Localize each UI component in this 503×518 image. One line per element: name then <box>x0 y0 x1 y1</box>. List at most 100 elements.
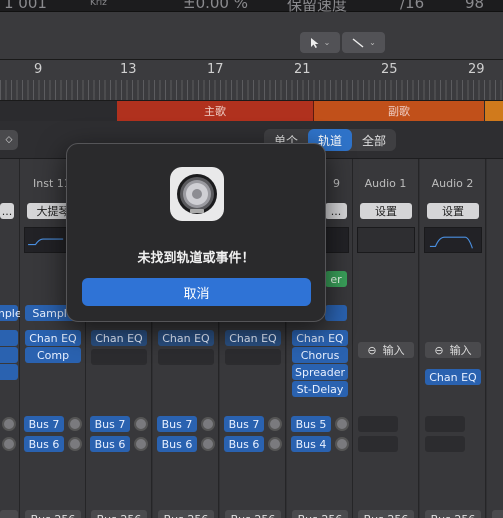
strip-name: Audio 1 <box>364 177 407 190</box>
app-window: 1 001 Kriz ±0.00 % 保留速度 /16 98 ⌄ ⌄ 9 13 … <box>0 0 503 518</box>
lcd-display: 1 001 Kriz ±0.00 % 保留速度 /16 98 <box>0 0 503 14</box>
lcd-signature: /16 <box>400 0 425 12</box>
plugin-slot[interactable] <box>0 364 18 380</box>
empty-send-slot[interactable] <box>425 436 465 452</box>
input-label: 输入 <box>449 344 472 357</box>
alert-dialog: 未找到轨道或事件！ 取消 <box>66 143 326 322</box>
channel-strip: Audio 2 设置 ⊖ 输入 Chan EQ Bus 256 <box>420 159 486 518</box>
empty-slot[interactable] <box>158 349 214 365</box>
plugin-slot[interactable] <box>0 347 18 363</box>
output-button[interactable] <box>492 510 503 518</box>
send-slot[interactable]: Bus 7 <box>224 416 264 432</box>
logic-pro-icon <box>170 167 224 221</box>
plugin-slot[interactable]: Chan EQ <box>91 330 147 346</box>
send-slot[interactable]: Bus 7 <box>90 416 130 432</box>
output-button[interactable] <box>0 510 18 518</box>
eq-thumbnail[interactable] <box>325 227 349 253</box>
toolbar: ⌄ ⌄ <box>0 12 503 60</box>
output-button[interactable]: Bus 256 <box>225 510 281 518</box>
bar-number: 29 <box>468 62 485 77</box>
tab-all[interactable]: 全部 <box>352 129 396 151</box>
setting-button[interactable]: ... <box>325 203 347 219</box>
output-button[interactable]: Bus 256 <box>91 510 147 518</box>
output-button[interactable]: Bus 256 <box>292 510 348 518</box>
eq-thumbnail[interactable] <box>357 227 415 253</box>
send-slot[interactable]: Bus 7 <box>157 416 197 432</box>
send-knob[interactable] <box>201 417 215 431</box>
bar-number: 9 <box>34 62 43 77</box>
send-knob[interactable] <box>134 417 148 431</box>
ruler-ticks <box>0 80 503 100</box>
send-knob[interactable] <box>268 437 282 451</box>
empty-slot[interactable] <box>91 349 147 365</box>
arrangement-marker-next[interactable] <box>485 101 503 121</box>
output-button[interactable]: Bus 256 <box>158 510 214 518</box>
chevron-down-icon: ⌄ <box>369 38 376 47</box>
send-slot[interactable]: Bus 6 <box>24 436 64 452</box>
arrangement-marker-verse[interactable]: 主歌 <box>117 101 314 121</box>
send-knob[interactable] <box>2 417 16 431</box>
output-button[interactable]: Bus 256 <box>425 510 481 518</box>
setting-button[interactable]: 设置 <box>427 203 479 219</box>
output-button[interactable]: Bus 256 <box>25 510 81 518</box>
send-knob[interactable] <box>335 437 349 451</box>
lcd-small-label: Kriz <box>90 0 107 8</box>
lcd-number: 98 <box>465 0 485 12</box>
instrument-slot[interactable]: er <box>325 271 347 287</box>
line-tool-icon <box>352 37 364 48</box>
plugin-slot[interactable]: Chan EQ <box>225 330 281 346</box>
empty-send-slot[interactable] <box>358 416 398 432</box>
send-slot[interactable]: Bus 6 <box>157 436 197 452</box>
bar-number: 21 <box>294 62 311 77</box>
bar-number: 25 <box>381 62 398 77</box>
pointer-icon <box>310 37 319 48</box>
empty-slot[interactable] <box>225 349 281 365</box>
send-knob[interactable] <box>134 437 148 451</box>
plugin-slot[interactable]: Chan EQ <box>292 330 348 346</box>
cancel-button[interactable]: 取消 <box>82 278 311 306</box>
send-slot[interactable]: Bus 7 <box>24 416 64 432</box>
strip-name: Audio 2 <box>431 177 474 190</box>
plugin-slot[interactable]: Comp <box>25 347 81 363</box>
eq-thumbnail[interactable] <box>424 227 482 253</box>
setting-button[interactable]: 设置 <box>360 203 412 219</box>
send-slot[interactable]: Bus 5 <box>291 416 331 432</box>
send-knob[interactable] <box>268 417 282 431</box>
plugin-slot[interactable]: Chan EQ <box>425 369 481 385</box>
instrument-slot[interactable]: Sample <box>0 305 22 321</box>
pointer-tool-menu[interactable]: ⌄ <box>300 32 340 53</box>
plugin-slot[interactable] <box>0 330 18 346</box>
send-knob[interactable] <box>68 437 82 451</box>
updown-stepper[interactable]: ◇ <box>0 130 18 150</box>
plugin-slot[interactable]: Chan EQ <box>25 330 81 346</box>
link-icon: ⊖ <box>434 343 444 357</box>
output-button[interactable]: Bus 256 <box>358 510 414 518</box>
pencil-tool-menu[interactable]: ⌄ <box>342 32 385 53</box>
send-knob[interactable] <box>68 417 82 431</box>
plugin-slot[interactable]: Chan EQ <box>158 330 214 346</box>
plugin-slot[interactable]: Chorus <box>292 347 348 363</box>
send-slot[interactable]: Bus 6 <box>90 436 130 452</box>
channel-strip <box>487 159 503 518</box>
channel-strip: ... Sample <box>0 159 22 518</box>
send-knob[interactable] <box>2 437 16 451</box>
send-knob[interactable] <box>201 437 215 451</box>
dialog-message: 未找到轨道或事件！ <box>137 251 255 266</box>
input-label: 输入 <box>382 344 405 357</box>
input-button[interactable]: ⊖ 输入 <box>358 342 414 358</box>
send-slot[interactable]: Bus 4 <box>291 436 331 452</box>
arrangement-marker-chorus[interactable]: 副歌 <box>314 101 484 121</box>
plugin-slot[interactable]: St-Delay <box>292 381 348 397</box>
link-icon: ⊖ <box>367 343 377 357</box>
instrument-slot[interactable] <box>325 305 347 321</box>
lcd-change: ±0.00 % <box>183 0 248 12</box>
empty-send-slot[interactable] <box>425 416 465 432</box>
plugin-slot[interactable]: Spreader <box>292 364 348 380</box>
empty-send-slot[interactable] <box>358 436 398 452</box>
input-button[interactable]: ⊖ 输入 <box>425 342 481 358</box>
channel-strip: Audio 1 设置 ⊖ 输入 Bus 256 <box>353 159 419 518</box>
bar-number: 17 <box>207 62 224 77</box>
send-knob[interactable] <box>335 417 349 431</box>
setting-button[interactable]: ... <box>0 203 14 219</box>
send-slot[interactable]: Bus 6 <box>224 436 264 452</box>
